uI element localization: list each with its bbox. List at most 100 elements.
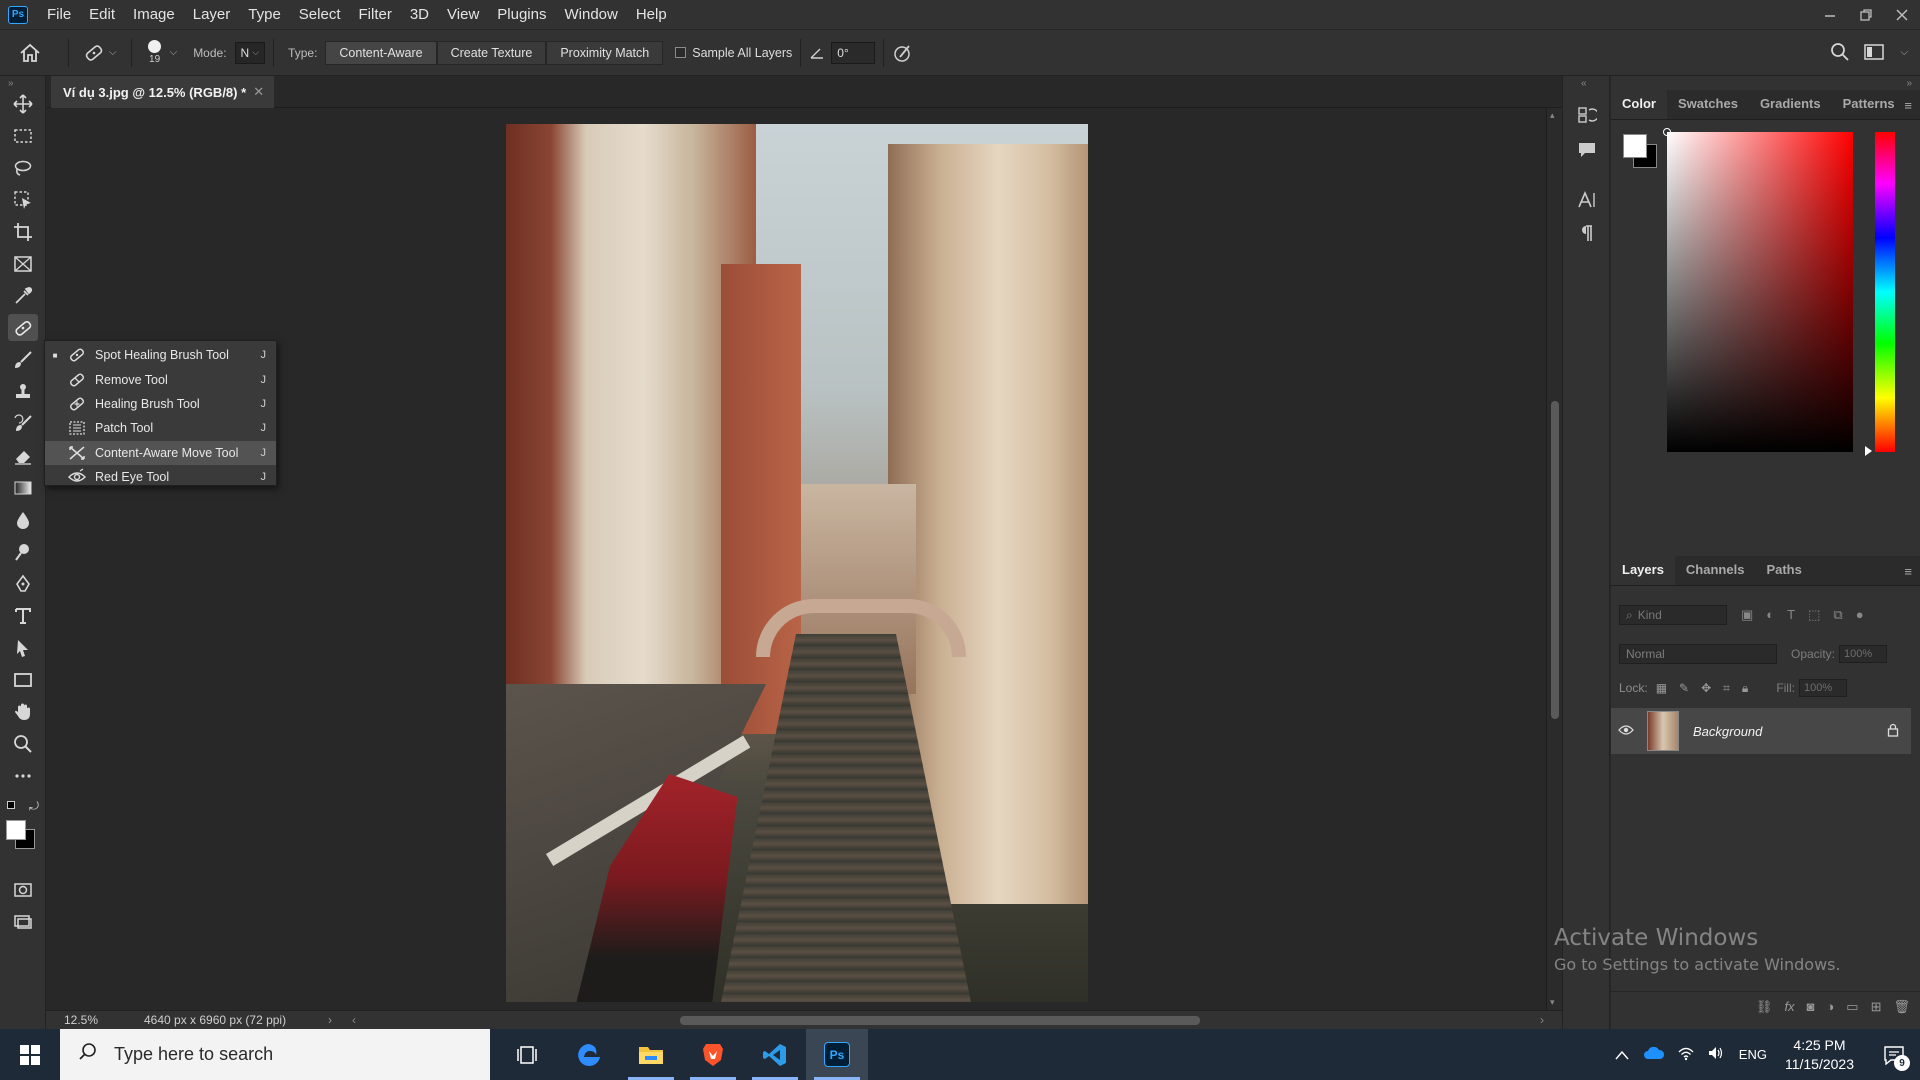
onedrive-cloud-icon[interactable] — [1643, 1046, 1665, 1063]
horizontal-scroll-thumb[interactable] — [680, 1016, 1200, 1025]
pressure-size-icon[interactable] — [892, 42, 914, 64]
tab-channels[interactable]: Channels — [1675, 555, 1756, 585]
collapse-panels-icon[interactable]: » — [1906, 78, 1912, 89]
menu-filter[interactable]: Filter — [350, 0, 401, 29]
type-proximity-match-button[interactable]: Proximity Match — [546, 40, 664, 65]
vertical-scrollbar[interactable]: ▴ ▾ — [1546, 108, 1562, 1010]
angle-input[interactable]: 0° — [831, 41, 876, 64]
lock-transparent-icon[interactable]: ▦ — [1656, 681, 1667, 696]
document-image[interactable] — [506, 124, 1088, 1002]
character-panel-button[interactable] — [1573, 186, 1601, 214]
fill-input[interactable]: 100% — [1798, 679, 1847, 697]
edit-toolbar-button[interactable] — [8, 762, 38, 789]
volume-icon[interactable] — [1707, 1045, 1725, 1064]
brush-size-picker[interactable]: 19 — [140, 40, 170, 65]
type-tool[interactable] — [8, 602, 38, 629]
sample-all-layers-checkbox[interactable] — [675, 47, 687, 58]
taskbar-vscode[interactable] — [744, 1029, 806, 1080]
history-brush-tool[interactable] — [8, 410, 38, 437]
flyout-item-patch-tool[interactable]: Patch Tool J — [45, 416, 276, 440]
wifi-icon[interactable] — [1677, 1045, 1695, 1064]
taskbar-search[interactable]: Type here to search — [60, 1029, 490, 1080]
minimize-button[interactable] — [1812, 0, 1848, 29]
menu-3d[interactable]: 3D — [401, 0, 438, 29]
status-menu-arrow-icon[interactable]: › — [328, 1013, 332, 1027]
menu-layer[interactable]: Layer — [184, 0, 240, 29]
type-filter-icon[interactable]: T — [1787, 607, 1795, 623]
filter-toggle-icon[interactable]: ● — [1856, 607, 1864, 623]
foreground-color-chip[interactable] — [1623, 134, 1647, 158]
chevron-down-icon[interactable]: ⌵ — [1900, 47, 1908, 58]
screen-mode-button[interactable] — [8, 908, 38, 935]
notification-center-button[interactable]: 9 — [1874, 1029, 1914, 1080]
menu-plugins[interactable]: Plugins — [488, 0, 555, 29]
hue-slider-marker[interactable] — [1865, 446, 1872, 456]
flyout-item-remove-tool[interactable]: Remove Tool J — [45, 367, 276, 391]
collapse-toolbar-icon[interactable]: » — [8, 78, 14, 89]
taskbar-edge[interactable] — [558, 1029, 620, 1080]
scroll-up-icon[interactable]: ▴ — [1550, 110, 1555, 121]
type-content-aware-button[interactable]: Content-Aware — [325, 40, 437, 65]
tab-layers[interactable]: Layers — [1611, 555, 1675, 585]
marquee-tool[interactable] — [8, 122, 38, 149]
layer-row-background[interactable]: Background — [1611, 708, 1911, 754]
expand-panels-icon[interactable]: « — [1581, 78, 1587, 89]
hue-slider[interactable] — [1875, 132, 1895, 452]
smart-object-filter-icon[interactable]: ⧉ — [1833, 607, 1842, 623]
pen-tool[interactable] — [8, 570, 38, 597]
swap-colors-icon[interactable]: ⤾ — [29, 799, 39, 814]
color-picker-cursor[interactable] — [1663, 128, 1671, 136]
color-picker-field[interactable] — [1663, 128, 1853, 452]
quick-mask-button[interactable] — [8, 876, 38, 903]
shape-filter-icon[interactable]: ⬚ — [1808, 607, 1820, 623]
taskbar-brave[interactable] — [682, 1029, 744, 1080]
pixel-filter-icon[interactable]: ▣ — [1741, 607, 1753, 623]
history-panel-button[interactable] — [1573, 101, 1601, 129]
spot-healing-brush-tool[interactable] — [8, 314, 38, 341]
menu-select[interactable]: Select — [290, 0, 350, 29]
close-tab-icon[interactable]: ✕ — [253, 84, 264, 100]
zoom-tool[interactable] — [8, 730, 38, 757]
menu-help[interactable]: Help — [627, 0, 676, 29]
layer-name[interactable]: Background — [1693, 724, 1887, 739]
taskbar-file-explorer[interactable] — [620, 1029, 682, 1080]
tab-swatches[interactable]: Swatches — [1667, 89, 1749, 119]
scroll-down-icon[interactable]: ▾ — [1550, 997, 1555, 1008]
lasso-tool[interactable] — [8, 154, 38, 181]
lock-image-icon[interactable]: ✎ — [1679, 681, 1689, 696]
tab-color[interactable]: Color — [1611, 89, 1667, 119]
tab-gradients[interactable]: Gradients — [1749, 89, 1832, 119]
zoom-level[interactable]: 12.5% — [46, 1013, 106, 1027]
crop-tool[interactable] — [8, 218, 38, 245]
menu-type[interactable]: Type — [239, 0, 290, 29]
task-view-button[interactable] — [496, 1029, 558, 1080]
new-layer-icon[interactable]: ⊞ — [1871, 999, 1882, 1015]
document-tab[interactable]: Ví dụ 3.jpg @ 12.5% (RGB/8) * ✕ — [51, 76, 275, 108]
delete-layer-icon[interactable]: 🗑︎ — [1893, 999, 1910, 1015]
clone-stamp-tool[interactable] — [8, 378, 38, 405]
menu-file[interactable]: File — [38, 0, 80, 29]
menu-image[interactable]: Image — [124, 0, 184, 29]
foreground-color-swatch[interactable] — [6, 820, 26, 840]
menu-window[interactable]: Window — [555, 0, 626, 29]
link-layers-icon[interactable]: ⛓ — [1756, 999, 1773, 1015]
brush-tool[interactable] — [8, 346, 38, 373]
home-button[interactable] — [0, 43, 60, 63]
panel-menu-icon[interactable]: ≡ — [1904, 98, 1912, 113]
hand-tool[interactable] — [8, 698, 38, 725]
adjustment-layer-icon[interactable]: ◑ — [1826, 999, 1834, 1014]
show-hidden-icons-chevron-icon[interactable] — [1615, 1047, 1629, 1063]
frame-tool[interactable] — [8, 250, 38, 277]
sample-all-layers-option[interactable]: Sample All Layers — [675, 46, 792, 60]
adjustment-filter-icon[interactable]: ◐ — [1766, 607, 1774, 623]
flyout-item-spot-healing-brush[interactable]: ■ Spot Healing Brush Tool J — [45, 343, 276, 367]
gradient-tool[interactable] — [8, 474, 38, 501]
color-swatches[interactable] — [6, 820, 42, 856]
mode-select[interactable]: N ⌵ — [234, 41, 266, 64]
flyout-item-healing-brush[interactable]: Healing Brush Tool J — [45, 392, 276, 416]
object-selection-tool[interactable] — [8, 186, 38, 213]
lock-all-icon[interactable]: 🔒︎ — [1742, 681, 1748, 696]
rectangle-tool[interactable] — [8, 666, 38, 693]
paragraph-panel-button[interactable] — [1573, 219, 1601, 247]
start-button[interactable] — [0, 1029, 60, 1080]
